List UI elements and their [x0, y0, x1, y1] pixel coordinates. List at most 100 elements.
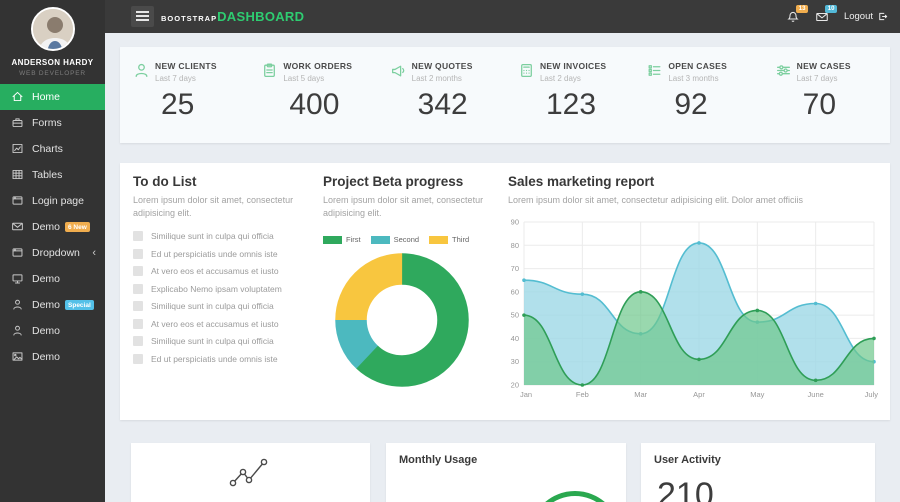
todo-list: Similique sunt in culpa qui officia Ed ut… — [133, 231, 305, 364]
sidebar-item-label: Demo — [32, 351, 60, 363]
sidebar-item-home-0[interactable]: Home — [0, 84, 105, 110]
svg-text:Mar: Mar — [634, 390, 647, 399]
svg-text:June: June — [808, 390, 824, 399]
sales-area-chart: 2030405060708090JanFebMarAprMayJuneJuly — [508, 215, 880, 406]
table-icon — [11, 168, 25, 182]
mail-icon[interactable]: 10 — [815, 10, 829, 24]
monitor-icon — [11, 272, 25, 286]
sidebar-item-forms-1[interactable]: Forms — [0, 110, 105, 136]
image-icon — [11, 350, 25, 364]
todo-text: At vero eos et accusamus et iusto — [151, 266, 279, 276]
todo-item-1: Ed ut perspiciatis unde omnis iste — [133, 249, 305, 259]
brand-suffix: DASHBOARD — [217, 9, 304, 24]
stat-open-cases: OPEN CASES Last 3 months 92 — [633, 47, 761, 143]
sidebar-item-label: Demo — [32, 325, 60, 337]
todo-checkbox[interactable] — [133, 336, 143, 346]
sidebar-item-demo-5[interactable]: Demo6 New — [0, 214, 105, 240]
svg-text:60: 60 — [511, 287, 519, 296]
logout-button[interactable]: Logout — [844, 11, 888, 22]
sidebar-item-demo-10[interactable]: Demo — [0, 344, 105, 370]
svg-text:20: 20 — [511, 380, 519, 389]
todo-text: Similique sunt in culpa qui officia — [151, 336, 274, 346]
sidebar-item-tables-3[interactable]: Tables — [0, 162, 105, 188]
sidebar-menu: Home Forms Charts Tables Login pageDemo6 New… — [0, 84, 105, 370]
todo-checkbox[interactable] — [133, 231, 143, 241]
brand-logo[interactable]: BOOTSTRAPDASHBOARD — [161, 0, 304, 33]
sidebar-item-label: Demo — [32, 299, 60, 311]
sidebar-item-login-page-4[interactable]: Login page — [0, 188, 105, 214]
donut-subtitle: Lorem ipsum dolor sit amet, consectetur … — [323, 194, 495, 219]
legend-entry-second: Second — [371, 235, 419, 244]
sidebar-item-dropdown-6[interactable]: Dropdown‹ — [0, 240, 105, 266]
stat-value: 25 — [161, 88, 248, 122]
svg-text:Feb: Feb — [576, 390, 589, 399]
sidebar-item-charts-2[interactable]: Charts — [0, 136, 105, 162]
sidebar-item-label: Demo — [32, 273, 60, 285]
todo-checkbox[interactable] — [133, 301, 143, 311]
donut-chart — [332, 250, 472, 390]
todo-text: Similique sunt in culpa qui officia — [151, 301, 274, 311]
message-count-badge: 10 — [825, 5, 837, 13]
window-icon — [11, 194, 25, 208]
topbar: BOOTSTRAPDASHBOARD 13 10 Logout — [105, 0, 900, 33]
list-icon — [646, 62, 663, 79]
sliders-icon — [775, 62, 792, 79]
todo-item-7: Ed ut perspiciatis unde omnis iste — [133, 354, 305, 364]
user-activity-title: User Activity — [641, 443, 875, 466]
avatar — [31, 7, 75, 51]
stat-new-cases: NEW CASESLast 7 days70 — [762, 47, 890, 143]
svg-text:80: 80 — [511, 240, 519, 249]
sidebar-item-label: Dropdown — [32, 247, 80, 259]
svg-text:40: 40 — [511, 334, 519, 343]
legend-label: First — [346, 235, 361, 244]
todo-checkbox[interactable] — [133, 284, 143, 294]
sidebar-item-demo-7[interactable]: Demo — [0, 266, 105, 292]
todo-checkbox[interactable] — [133, 266, 143, 276]
sidebar-item-demo-8[interactable]: DemoSpecial — [0, 292, 105, 318]
dashboard-app: ANDERSON HARDY WEB DEVELOPER Home Forms Ch… — [0, 0, 900, 502]
todo-text: Ed ut perspiciatis unde omnis iste — [151, 354, 278, 364]
svg-text:May: May — [750, 390, 764, 399]
timeline-icon — [228, 456, 274, 490]
todo-checkbox[interactable] — [133, 319, 143, 329]
user-icon — [133, 62, 150, 79]
user-activity-value: 210 — [657, 476, 714, 502]
sidebar-item-label: Forms — [32, 117, 62, 129]
window-icon — [11, 246, 25, 260]
donut-legend: First Second Third — [323, 235, 495, 244]
sidebar-item-label: Tables — [32, 169, 62, 181]
legend-swatch — [323, 236, 342, 244]
chart-icon — [11, 142, 25, 156]
profile-card: ANDERSON HARDY WEB DEVELOPER — [0, 0, 105, 77]
legend-entry-third: Third — [429, 235, 469, 244]
sidebar-item-demo-9[interactable]: Demo — [0, 318, 105, 344]
sidebar-item-label: Charts — [32, 143, 63, 155]
brand-prefix: BOOTSTRAP — [161, 14, 217, 23]
stat-new-quotes: NEW QUOTESLast 2 months342 — [377, 47, 505, 143]
sales-title: Sales marketing report — [508, 174, 880, 189]
hamburger-menu-icon[interactable] — [131, 6, 154, 27]
svg-text:90: 90 — [511, 217, 519, 226]
svg-text:Jan: Jan — [520, 390, 532, 399]
stat-label: NEW INVOICES — [540, 61, 606, 71]
donut-title: Project Beta progress — [323, 174, 495, 189]
todo-section: To do List Lorem ipsum dolor sit amet, c… — [133, 174, 305, 371]
person-icon — [11, 298, 25, 312]
megaphone-icon — [390, 62, 407, 79]
svg-text:30: 30 — [511, 357, 519, 366]
stat-label: OPEN CASES — [668, 61, 727, 71]
stat-label: WORK ORDERS — [283, 61, 352, 71]
stat-period: Last 3 months — [668, 74, 727, 83]
stat-period: Last 5 days — [283, 74, 352, 83]
stat-new-invoices: NEW INVOICES Last 2 days 123 — [505, 47, 633, 143]
stat-label: NEW QUOTES — [412, 61, 473, 71]
stat-value: 92 — [674, 88, 761, 122]
todo-subtitle: Lorem ipsum dolor sit amet, consectetur … — [133, 194, 305, 219]
stat-value: 123 — [546, 88, 633, 122]
stat-value: 70 — [803, 88, 890, 122]
todo-checkbox[interactable] — [133, 249, 143, 259]
bell-icon[interactable]: 13 — [786, 10, 800, 24]
todo-checkbox[interactable] — [133, 354, 143, 364]
stat-period: Last 2 days — [540, 74, 606, 83]
legend-label: Third — [452, 235, 469, 244]
